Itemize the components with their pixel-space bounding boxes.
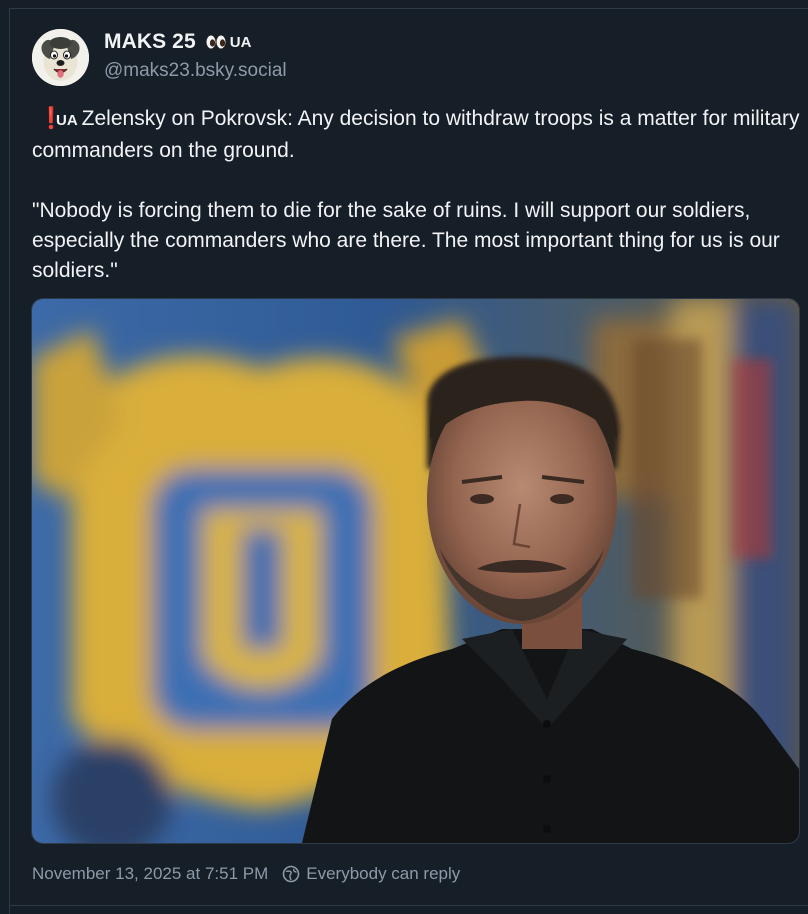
post-paragraph-1: ❗UA Zelensky on Pokrovsk: Any decision to…	[32, 104, 804, 166]
post-header: MAKS 25 UA @maks23.bsky.social	[32, 29, 287, 86]
exclamation-icon: ❗	[38, 107, 65, 130]
post-meta: November 13, 2025 at 7:51 PM Everybody c…	[32, 864, 460, 884]
flag-ua-inline: UA	[56, 112, 78, 129]
post-paragraph-2: "Nobody is forcing them to die for the s…	[32, 196, 804, 286]
reply-setting[interactable]: Everybody can reply	[282, 864, 460, 884]
post-thread-view: MAKS 25 UA @maks23.bsky.social ❗UA Zelens…	[0, 0, 808, 914]
post-timestamp[interactable]: November 13, 2025 at 7:51 PM	[32, 864, 268, 884]
flag-ua: UA	[229, 33, 252, 51]
post-image[interactable]	[31, 298, 800, 844]
globe-icon	[282, 865, 300, 883]
display-name-row: MAKS 25 UA	[104, 29, 287, 55]
eyes-icon	[205, 34, 227, 50]
divider-top	[9, 8, 808, 9]
post-text-line1: Zelensky on Pokrovsk: Any decision to wi…	[32, 107, 800, 162]
post-text-line2: "Nobody is forcing them to die for the s…	[32, 199, 780, 282]
avatar[interactable]	[32, 29, 89, 86]
divider-bottom	[9, 905, 808, 906]
cartoon-dog-avatar-icon	[32, 29, 89, 86]
reply-setting-label: Everybody can reply	[306, 864, 461, 883]
post-text: ❗UA Zelensky on Pokrovsk: Any decision to…	[32, 104, 804, 286]
author-handle[interactable]: @maks23.bsky.social	[104, 60, 287, 82]
display-name[interactable]: MAKS 25	[104, 30, 196, 54]
author-info: MAKS 25 UA @maks23.bsky.social	[104, 29, 287, 82]
divider-left	[9, 8, 10, 914]
